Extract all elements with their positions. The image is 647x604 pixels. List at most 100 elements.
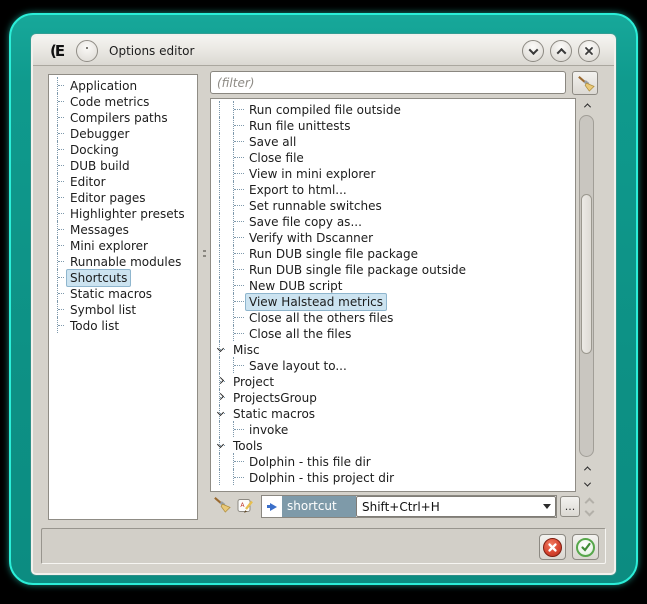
tree-row[interactable]: Dolphin - this project dir	[211, 469, 575, 485]
cancel-button[interactable]	[539, 534, 566, 560]
tree-row[interactable]: Export to html...	[211, 181, 575, 197]
sidebar-item[interactable]: Todo list	[49, 317, 197, 333]
sidebar-item[interactable]: Highlighter presets	[49, 205, 197, 221]
accept-button[interactable]	[572, 534, 599, 560]
scroll-down-button[interactable]	[577, 477, 597, 491]
tree-guide	[219, 229, 220, 245]
shortcut-value-combobox[interactable]: Shift+Ctrl+H	[356, 496, 556, 517]
tree-row[interactable]: View in mini explorer	[211, 165, 575, 181]
tree-row[interactable]: ProjectsGroup	[211, 389, 575, 405]
tree-connector	[58, 133, 64, 134]
tree-scrollbar[interactable]	[577, 98, 597, 492]
sidebar-item[interactable]: DUB build	[49, 157, 197, 173]
chevron-icon[interactable]	[218, 378, 226, 386]
property-grid-scroll	[582, 495, 598, 519]
edit-shortcut-button[interactable]: A	[237, 497, 254, 518]
scrollbar-thumb[interactable]	[581, 194, 592, 354]
sidebar-item[interactable]: Static macros	[49, 285, 197, 301]
tree-connector	[58, 213, 64, 214]
tree-row[interactable]: Run file unittests	[211, 117, 575, 133]
sidebar-item[interactable]: Symbol list	[49, 301, 197, 317]
tree-connector	[234, 429, 244, 430]
tree-row[interactable]: Run DUB single file package outside	[211, 261, 575, 277]
tree-row[interactable]: Project	[211, 373, 575, 389]
tree-guide	[219, 469, 220, 485]
tree-row[interactable]: Set runnable switches	[211, 197, 575, 213]
clear-filter-button[interactable]	[572, 71, 598, 95]
tree-row[interactable]: Save layout to...	[211, 357, 575, 373]
tree-connector	[58, 229, 64, 230]
tree-connector	[58, 309, 64, 310]
sidebar-item[interactable]: Editor pages	[49, 189, 197, 205]
close-button[interactable]	[578, 40, 600, 62]
tree-row[interactable]: Save all	[211, 133, 575, 149]
chevron-down-icon	[543, 504, 551, 509]
tree-guide	[219, 453, 220, 469]
scrollbar-track[interactable]	[579, 115, 594, 457]
tree-row[interactable]: Verify with Dscanner	[211, 229, 575, 245]
tree-connector	[58, 277, 64, 278]
category-list: Application Code metrics Compilers paths…	[48, 74, 198, 520]
sidebar-item[interactable]: Debugger	[49, 125, 197, 141]
clear-shortcut-button[interactable]	[212, 495, 231, 518]
tree-row[interactable]: invoke	[211, 421, 575, 437]
tree-connector	[234, 157, 244, 158]
tree-row[interactable]: Save file copy as...	[211, 213, 575, 229]
sidebar-item[interactable]: Mini explorer	[49, 237, 197, 253]
tree-row[interactable]: Run compiled file outside	[211, 101, 575, 117]
tree-row[interactable]: New DUB script	[211, 277, 575, 293]
sidebar-item[interactable]: Shortcuts	[49, 269, 197, 285]
tree-connector	[58, 245, 64, 246]
chevron-icon[interactable]	[218, 410, 226, 418]
options-editor-dialog: (E Options editor Application Code metri…	[33, 36, 614, 573]
property-name[interactable]: shortcut	[282, 496, 356, 517]
window-menu-button[interactable]	[76, 40, 98, 62]
tree-connector	[234, 189, 244, 190]
chevron-up-icon	[556, 47, 566, 57]
tree-row[interactable]: Close all the others files	[211, 309, 575, 325]
sidebar-item[interactable]: Code metrics	[49, 93, 197, 109]
more-options-button[interactable]: ...	[560, 496, 580, 517]
edit-shortcut-icon: A	[237, 497, 254, 514]
combo-dropdown-button[interactable]	[538, 497, 555, 516]
sidebar-item[interactable]: Docking	[49, 141, 197, 157]
property-marker-cell	[262, 496, 282, 517]
tree-connector	[58, 101, 64, 102]
maximize-button[interactable]	[550, 40, 572, 62]
title-bar[interactable]: (E Options editor	[33, 36, 614, 66]
sidebar-item[interactable]: Compilers paths	[49, 109, 197, 125]
tree-row[interactable]: Dolphin - this file dir	[211, 453, 575, 469]
broom-icon	[576, 74, 595, 93]
tree-connector	[234, 109, 244, 110]
tree-guide	[219, 117, 220, 133]
minimize-button[interactable]	[522, 40, 544, 62]
chevron-icon[interactable]	[218, 346, 226, 354]
sidebar-item[interactable]: Runnable modules	[49, 253, 197, 269]
tree-row[interactable]: View Halstead metrics	[211, 293, 575, 309]
tree-row[interactable]: Static macros	[211, 405, 575, 421]
pane-splitter[interactable]	[201, 74, 209, 520]
menu-dot-icon	[86, 47, 88, 49]
chevron-icon[interactable]	[218, 394, 226, 402]
tree-row[interactable]: Tools	[211, 437, 575, 453]
tree-connector	[234, 285, 244, 286]
tree-connector	[234, 253, 244, 254]
sidebar-item[interactable]: Application	[49, 77, 197, 93]
tree-row[interactable]: Misc	[211, 341, 575, 357]
tree-row[interactable]: Close all the files	[211, 325, 575, 341]
filter-input[interactable]	[210, 71, 566, 94]
scroll-up-button-bottom[interactable]	[577, 461, 597, 475]
desktop-background: (E Options editor Application Code metri…	[0, 0, 647, 604]
tree-row[interactable]: Close file	[211, 149, 575, 165]
tree-row[interactable]: Run DUB single file package	[211, 245, 575, 261]
close-icon	[584, 46, 594, 56]
sidebar-item[interactable]: Editor	[49, 173, 197, 189]
tree-connector	[58, 197, 64, 198]
scroll-up-button[interactable]	[577, 98, 597, 112]
tree-guide	[219, 293, 220, 309]
sidebar-item[interactable]: Messages	[49, 221, 197, 237]
broom-icon	[212, 495, 231, 514]
tree-row-label: Dolphin - this project dir	[245, 469, 398, 487]
chevron-icon[interactable]	[218, 442, 226, 450]
tree-connector	[234, 173, 244, 174]
